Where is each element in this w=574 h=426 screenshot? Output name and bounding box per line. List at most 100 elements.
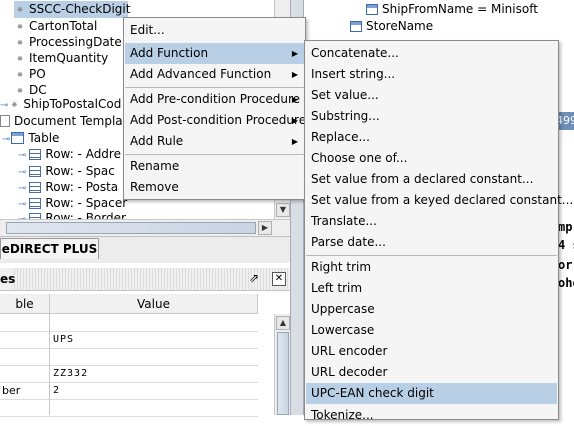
scroll-up-icon[interactable]: ▲ bbox=[276, 316, 290, 330]
preview-text: 4 s bbox=[558, 238, 574, 252]
menu-item-label: Insert string... bbox=[311, 67, 396, 81]
tree-horizontal-scrollbar[interactable]: ▶ bbox=[0, 219, 290, 236]
tree-item-row[interactable]: ⊸ Row: - Addre bbox=[18, 146, 121, 163]
menu-item-url-decoder[interactable]: URL decoder bbox=[306, 362, 557, 383]
scrollbar-thumb[interactable] bbox=[6, 222, 256, 234]
property-value[interactable]: ZZ332 bbox=[53, 366, 253, 382]
menu-item-add-pre-condition-procedure[interactable]: Add Pre-condition Procedure ▶ bbox=[125, 89, 304, 110]
submenu-arrow-icon: ▶ bbox=[291, 137, 298, 146]
column-header-name[interactable]: ble bbox=[0, 294, 50, 314]
submenu-arrow-icon: ▶ bbox=[291, 70, 298, 79]
table-row[interactable] bbox=[0, 349, 258, 366]
menu-item-rename[interactable]: Rename bbox=[125, 156, 304, 177]
tree-item-storename[interactable]: StoreName bbox=[350, 19, 433, 33]
menu-item-label: Set value from a keyed declared constant… bbox=[311, 193, 574, 207]
menu-item-set-value-from-declared-constant[interactable]: Set value from a declared constant... bbox=[306, 169, 557, 190]
tree-item-row[interactable]: ⊸ Row: - Spac bbox=[18, 163, 115, 180]
table-row[interactable] bbox=[0, 315, 258, 332]
tree-item-label: ProcessingDate bbox=[29, 35, 122, 49]
menu-item-substring[interactable]: Substring... bbox=[306, 106, 557, 127]
menu-item-translate[interactable]: Translate... bbox=[306, 211, 557, 232]
menu-item-concatenate[interactable]: Concatenate... bbox=[306, 43, 557, 64]
row-icon bbox=[29, 198, 42, 209]
tree-item-row[interactable]: ⊸ Row: - Posta bbox=[18, 179, 118, 196]
menu-item-tokenize[interactable]: Tokenize... bbox=[306, 405, 557, 426]
tree-item-document-template[interactable]: Document Templat bbox=[0, 113, 127, 130]
scroll-right-icon[interactable]: ▶ bbox=[258, 221, 272, 235]
menu-item-label: UPC-EAN check digit bbox=[311, 386, 434, 400]
expand-handle-icon[interactable]: ⊸ bbox=[18, 183, 26, 194]
tree-item-itemquantity[interactable]: ⁕ ItemQuantity bbox=[14, 50, 108, 67]
scroll-down-icon[interactable]: ▼ bbox=[276, 203, 290, 217]
tab-edirect-plus[interactable]: eDIRECT PLUS bbox=[0, 238, 99, 259]
menu-item-label: Rename bbox=[130, 159, 180, 173]
column-header-value[interactable]: Value bbox=[50, 294, 258, 314]
tree-item-label: PO bbox=[29, 67, 46, 81]
preview-text: oho bbox=[558, 276, 574, 290]
menu-item-uppercase[interactable]: Uppercase bbox=[306, 299, 557, 320]
submenu-arrow-icon: ▶ bbox=[291, 95, 298, 104]
menu-item-label: Uppercase bbox=[311, 302, 375, 316]
menu-item-set-value-from-keyed-declared-constant[interactable]: Set value from a keyed declared constant… bbox=[306, 190, 573, 211]
table-row[interactable]: ZZ332 bbox=[0, 366, 258, 383]
tree-item-label: Row: - Border bbox=[45, 211, 126, 219]
tree-item-label: Document Templat bbox=[14, 114, 128, 128]
function-submenu: Concatenate... Insert string... Set valu… bbox=[304, 40, 573, 422]
table-row[interactable]: UPS bbox=[0, 332, 258, 349]
menu-item-label: Concatenate... bbox=[311, 46, 399, 60]
menu-item-url-encoder[interactable]: URL encoder bbox=[306, 341, 557, 362]
expand-handle-icon[interactable]: ⊸ bbox=[2, 134, 10, 145]
tree-item-shiptopostalcode[interactable]: ⊸ ⁕ ShipToPostalCod bbox=[0, 96, 121, 113]
property-value[interactable] bbox=[53, 349, 253, 365]
menu-item-left-trim[interactable]: Left trim bbox=[306, 278, 557, 299]
menu-item-add-function[interactable]: Add Function ▶ bbox=[125, 43, 304, 64]
menu-separator bbox=[306, 255, 557, 256]
property-value[interactable]: 2 bbox=[53, 383, 253, 399]
menu-item-lowercase[interactable]: Lowercase bbox=[306, 320, 557, 341]
row-icon bbox=[29, 182, 42, 193]
menu-item-right-trim[interactable]: Right trim bbox=[306, 257, 557, 278]
tree-item-shipfromname[interactable]: ShipFromName = Minisoft bbox=[366, 2, 538, 16]
menu-item-replace[interactable]: Replace... bbox=[306, 127, 557, 148]
tree-item-label: DC bbox=[29, 83, 47, 97]
menu-item-add-advanced-function[interactable]: Add Advanced Function ▶ bbox=[125, 64, 304, 85]
menu-item-label: Set value from a declared constant... bbox=[311, 172, 534, 186]
undock-icon[interactable]: ⇗ bbox=[247, 272, 261, 286]
menu-item-parse-date[interactable]: Parse date... bbox=[306, 232, 557, 253]
expand-handle-icon[interactable]: ⊸ bbox=[0, 100, 8, 111]
tree-item-label: Table bbox=[28, 131, 60, 145]
menu-item-choose-one-of[interactable]: Choose one of... bbox=[306, 148, 557, 169]
menu-item-label: Choose one of... bbox=[311, 151, 408, 165]
expand-handle-icon[interactable]: ⊸ bbox=[18, 167, 26, 178]
table-row[interactable] bbox=[0, 400, 258, 417]
menu-item-add-rule[interactable]: Add Rule ▶ bbox=[125, 131, 304, 152]
menu-item-set-value[interactable]: Set value... bbox=[306, 85, 557, 106]
menu-item-label: Lowercase bbox=[311, 323, 375, 337]
menu-item-upc-ean-check-digit[interactable]: UPC-EAN check digit bbox=[306, 383, 557, 404]
property-value[interactable] bbox=[53, 315, 253, 331]
property-value[interactable] bbox=[53, 400, 253, 416]
scrollbar-thumb[interactable] bbox=[277, 332, 289, 415]
tree-item-po[interactable]: ⁕ PO bbox=[14, 66, 46, 83]
tree-item-processingdate[interactable]: ⁕ ProcessingDate bbox=[14, 34, 122, 51]
menu-item-edit[interactable]: Edit... bbox=[125, 20, 304, 41]
expand-handle-icon[interactable]: ⊸ bbox=[18, 199, 26, 210]
close-icon[interactable]: ✕ bbox=[272, 272, 286, 286]
properties-grid: ble Value UPS ZZ332 ber 2 bbox=[0, 294, 275, 417]
expand-handle-icon[interactable]: ⊸ bbox=[18, 150, 26, 161]
menu-item-add-post-condition-procedure[interactable]: Add Post-condition Procedure ▶ bbox=[125, 110, 306, 131]
tree-item-label: Row: - Addre bbox=[45, 147, 121, 161]
menu-item-remove[interactable]: Remove bbox=[125, 177, 304, 198]
tree-item-row[interactable]: ⊸Row: - Border bbox=[18, 210, 126, 219]
tree-item-cartontotal[interactable]: ⁕ CartonTotal bbox=[14, 18, 98, 35]
tree-item-table[interactable]: ⊸ Table bbox=[2, 130, 59, 147]
menu-item-label: Substring... bbox=[311, 109, 380, 123]
menu-item-label: Tokenize... bbox=[311, 408, 374, 422]
menu-item-label: Add Advanced Function bbox=[130, 67, 272, 81]
properties-vertical-scrollbar[interactable]: ▲ bbox=[274, 314, 291, 415]
menu-item-insert-string[interactable]: Insert string... bbox=[306, 64, 557, 85]
property-value[interactable]: UPS bbox=[53, 332, 253, 348]
property-name bbox=[2, 366, 48, 382]
table-row[interactable]: ber 2 bbox=[0, 383, 258, 400]
tree-item-sscc-checkdigit[interactable]: ⁕ SSCC-CheckDigit bbox=[14, 1, 130, 18]
